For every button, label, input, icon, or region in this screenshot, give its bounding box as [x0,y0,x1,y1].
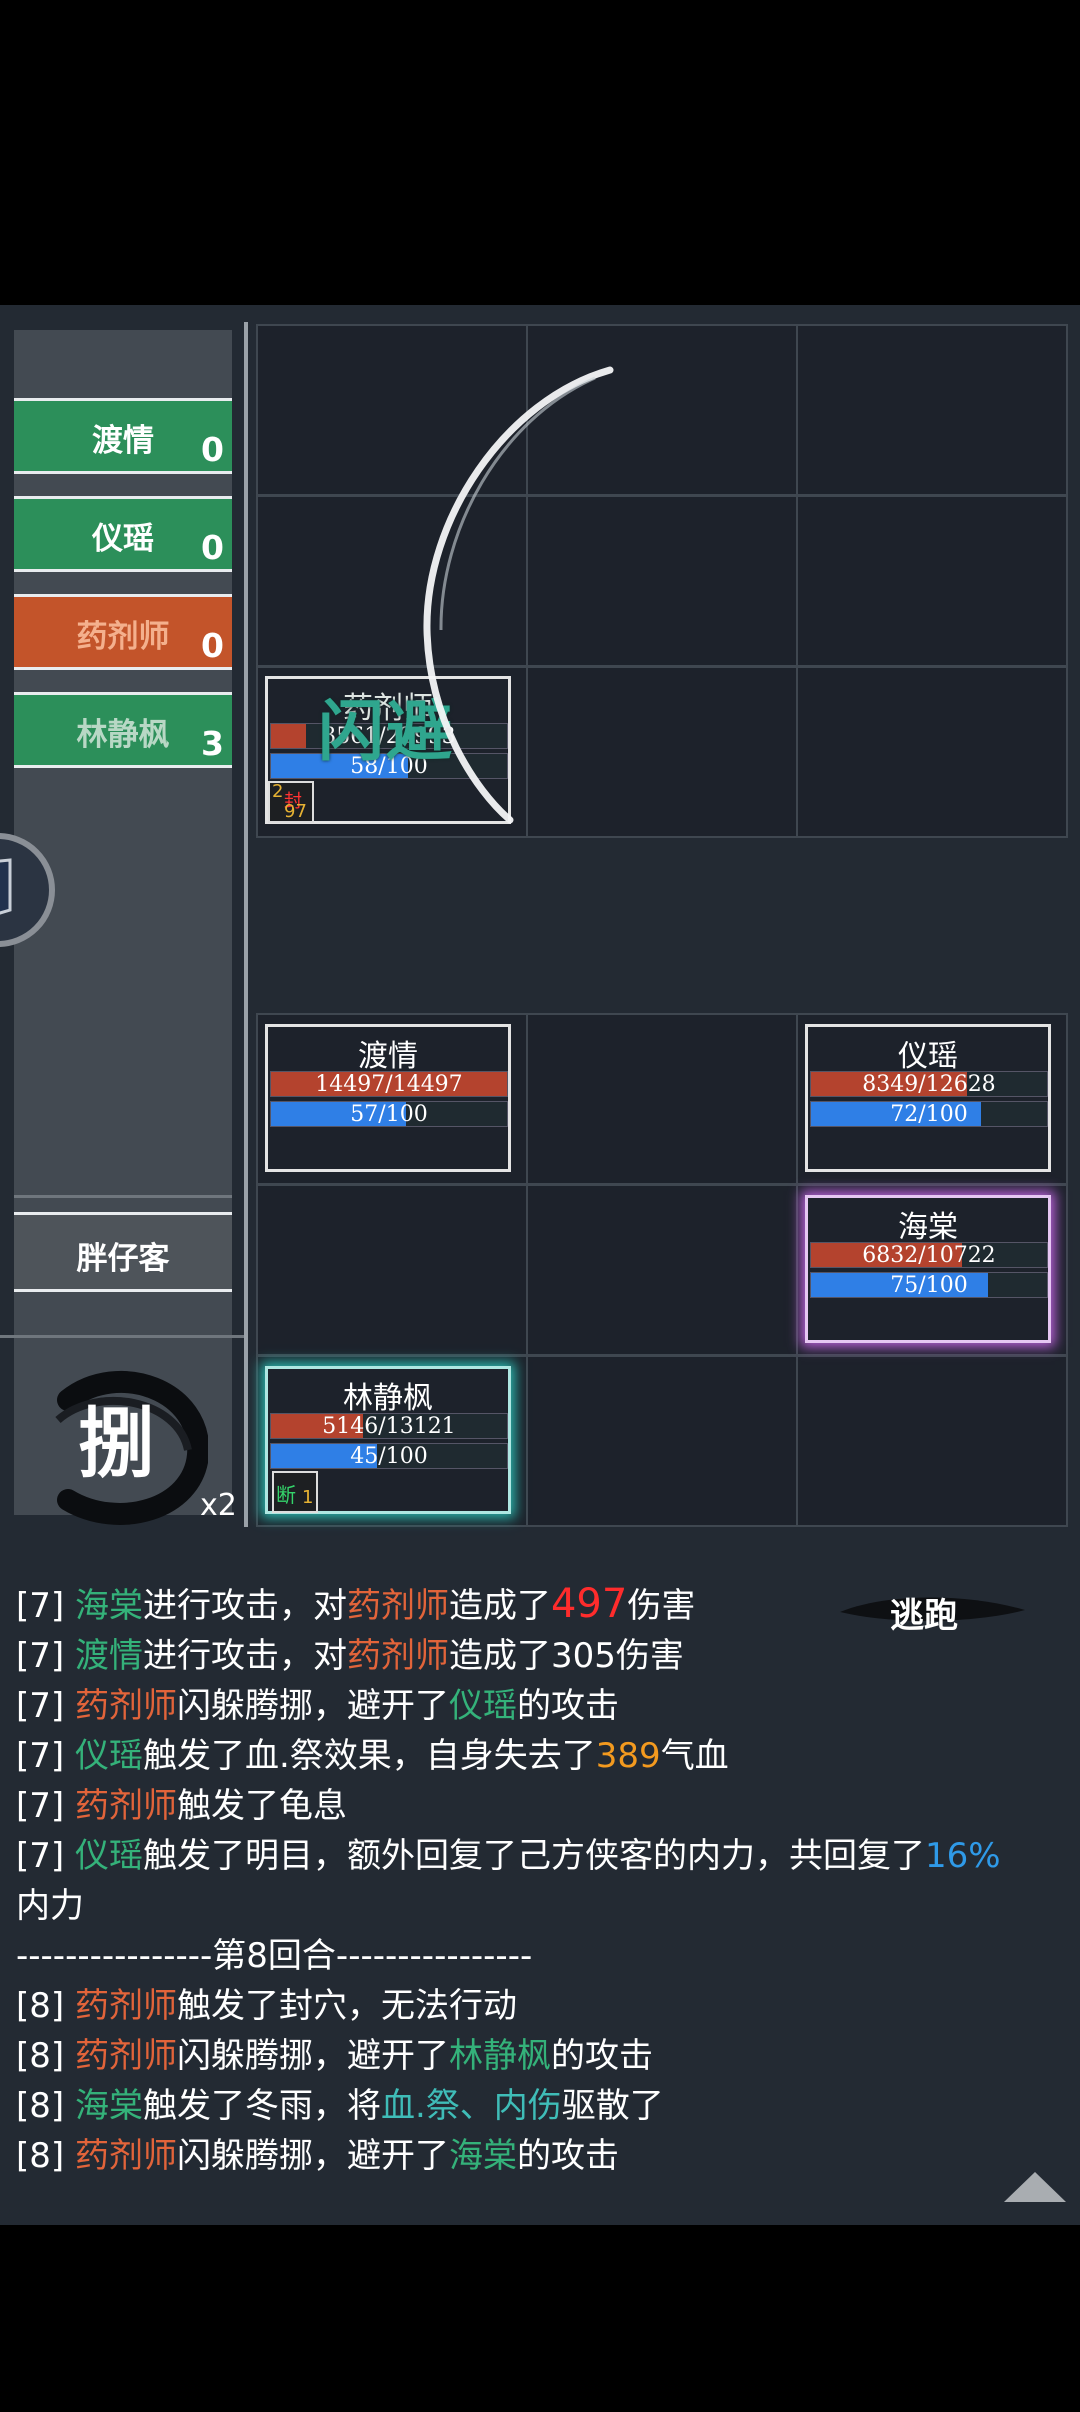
hp-text: 5146/13121 [322,1414,456,1439]
mp-bar: 72/100 [810,1101,1048,1127]
escape-button[interactable]: 逃跑 [830,1580,1030,1640]
log-line: [7] 药剂师触发了龟息 [16,1786,347,1826]
ally-card-active[interactable]: 林静枫 5146/13121 45/100 断 1 [265,1366,511,1514]
status-turns: 97 [284,801,307,822]
status-effect-icon: 断 1 [272,1471,318,1513]
hp-text: 14497/14497 [315,1072,463,1097]
reserve-divider [14,1195,232,1198]
grid-cell[interactable] [526,1184,798,1356]
grid-cell[interactable] [796,324,1068,496]
grid-cell[interactable] [796,666,1068,838]
mp-bar: 75/100 [810,1272,1048,1298]
ally-card[interactable]: 仪瑶 8349/12628 72/100 [805,1024,1051,1172]
status-char: 断 [276,1483,296,1507]
mp-text: 57/100 [350,1102,428,1127]
escape-label: 逃跑 [890,1596,958,1636]
scroll-up-icon[interactable] [1002,2170,1068,2204]
mp-text: 75/100 [890,1273,968,1298]
grid-cell[interactable] [796,1355,1068,1527]
skill-button[interactable]: 捌 [28,1360,208,1530]
turn-order-item[interactable]: 林静枫 3 [14,692,232,768]
mp-text: 45/100 [350,1444,428,1469]
slash-effect-icon [423,366,614,824]
log-line: [8] 药剂师闪躲腾挪，避开了林静枫的攻击 [16,2036,653,2076]
log-line: [7] 仪瑶触发了血.祭效果，自身失去了389气血 [16,1736,729,1776]
turn-order-count: 3 [201,724,224,763]
grid-cell[interactable] [796,495,1068,667]
log-line: 内力 [16,1886,84,1926]
ally-card-selected[interactable]: 海棠 6832/10722 75/100 [805,1195,1051,1343]
log-line: [7] 海棠进行攻击，对药剂师造成了497伤害 [16,1581,696,1627]
turn-order-item[interactable]: 药剂师 0 [14,594,232,670]
hp-text: 6832/10722 [862,1243,996,1268]
turn-order-name: 药剂师 [76,619,170,655]
unit-name: 林静枫 [343,1381,433,1416]
unit-name: 渡情 [358,1039,418,1074]
mp-bar: 57/100 [270,1101,508,1127]
panel-divider [244,322,248,1527]
unit-name: 海棠 [898,1210,958,1245]
status-stack: 2 [272,781,284,802]
turn-order-item[interactable]: 仪瑶 0 [14,496,232,572]
hp-bar: 6832/10722 [810,1242,1048,1268]
hp-text: 8349/12628 [862,1072,996,1097]
status-effect-icon: 2 封 97 [268,781,314,823]
log-line: [7] 仪瑶触发了明目，额外回复了己方侠客的内力，共回复了16% [16,1836,1001,1876]
skill-divider [0,1335,244,1338]
grid-cell[interactable] [256,1184,528,1356]
log-line: [7] 渡情进行攻击，对药剂师造成了305伤害 [16,1636,684,1676]
shield-emblem-icon [0,833,55,947]
turn-order-name: 仪瑶 [92,521,154,557]
grid-cell[interactable] [526,1013,798,1185]
ally-card[interactable]: 渡情 14497/14497 57/100 [265,1024,511,1172]
mp-bar: 45/100 [270,1443,508,1469]
mp-text: 72/100 [890,1102,968,1127]
turn-order-item[interactable]: 渡情 0 [14,398,232,474]
turn-order-count: 0 [201,626,224,665]
skill-count: x2 [200,1488,237,1523]
log-line: [8] 药剂师触发了封穴，无法行动 [16,1986,517,2026]
log-line: [8] 海棠触发了冬雨，将血.祭、内伤驱散了 [16,2086,664,2126]
turn-order-name: 渡情 [92,423,154,459]
round-separator: ----------------第8回合---------------- [16,1936,533,1976]
hp-bar: 14497/14497 [270,1071,508,1097]
reserve-hero-name: 胖仔客 [76,1241,170,1277]
log-line: [7] 药剂师闪躲腾挪，避开了仪瑶的攻击 [16,1686,619,1726]
skill-char: 捌 [78,1399,154,1488]
turn-order-count: 0 [201,430,224,469]
reserve-hero-button[interactable]: 胖仔客 [14,1212,232,1292]
log-line: [8] 药剂师闪躲腾挪，避开了海棠的攻击 [16,2136,619,2176]
turn-order-count: 0 [201,528,224,567]
turn-order-name: 林静枫 [76,717,170,753]
status-turns: 1 [302,1487,314,1508]
hp-bar: 5146/13121 [270,1413,508,1439]
grid-cell[interactable] [526,1355,798,1527]
hp-bar: 8349/12628 [810,1071,1048,1097]
unit-name: 仪瑶 [898,1039,958,1074]
